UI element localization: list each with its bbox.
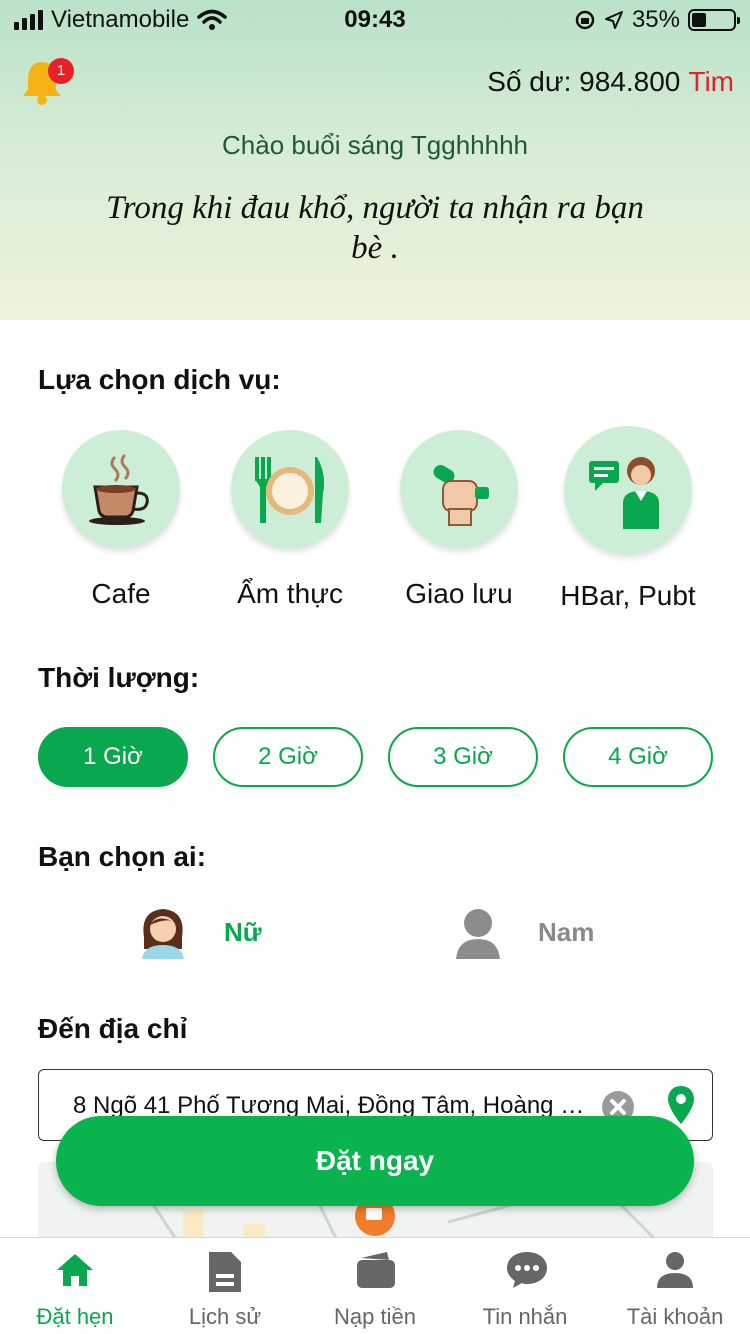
female-label: Nữ — [224, 916, 262, 947]
male-option[interactable]: Nam — [454, 905, 594, 959]
location-arrow-icon — [604, 11, 623, 29]
microphone-icon — [433, 465, 489, 526]
service-food[interactable]: Ẩm thực — [205, 430, 375, 610]
notification-badge: 1 — [48, 58, 74, 84]
tab-label: Lịch sử — [188, 1304, 262, 1329]
bottom-tab-bar: Đặt hẹn Lịch sử Nạp tiền Tin nhắn Tài kh… — [0, 1237, 750, 1334]
hostess-icon — [589, 457, 659, 529]
duration-2h-button[interactable]: 2 Giờ — [213, 727, 363, 787]
service-label: Giao lưu — [405, 578, 513, 609]
tab-label: Tài khoản — [626, 1304, 724, 1329]
service-bar[interactable]: HBar, Pubt — [543, 426, 713, 612]
header-area: Vietnamobile 09:43 35% 1 Số dư: 984.800 … — [0, 0, 750, 320]
tab-messages[interactable]: Tin nhắn — [450, 1238, 600, 1334]
duration-4h-button[interactable]: 4 Giờ — [563, 727, 713, 787]
service-icon-circle — [231, 430, 349, 548]
tab-label: Đặt hẹn — [36, 1304, 114, 1329]
address-title: Đến địa chỉ — [38, 1013, 188, 1044]
chat-bubble-icon — [507, 1252, 547, 1288]
service-icon-circle — [400, 430, 518, 548]
partner-title: Bạn chọn ai: — [38, 841, 207, 872]
battery-icon — [688, 9, 740, 31]
tab-booking[interactable]: Đặt hẹn — [0, 1238, 150, 1334]
home-icon — [57, 1254, 93, 1286]
coffee-cup-icon — [89, 453, 149, 525]
status-bar: Vietnamobile 09:43 35% — [0, 0, 750, 40]
wallet-icon — [357, 1252, 395, 1288]
duration-3h-button[interactable]: 3 Giờ — [388, 727, 538, 787]
status-right: 35% — [574, 6, 740, 34]
tab-label: Tin nhắn — [482, 1304, 568, 1329]
service-label: Cafe — [91, 578, 151, 609]
plate-fork-knife-icon — [255, 457, 325, 523]
male-label: Nam — [538, 916, 595, 947]
service-icon-circle — [564, 426, 692, 554]
tab-label: Nạp tiền — [334, 1304, 416, 1329]
daily-quote: Trong khi đau khổ, người ta nhận ra bạn … — [106, 190, 644, 266]
person-icon — [657, 1252, 693, 1288]
duration-1h-button[interactable]: 1 Giờ — [38, 727, 188, 787]
document-icon — [209, 1252, 241, 1292]
female-option[interactable]: Nữ — [138, 905, 262, 959]
balance-amount: Số dư: 984.800 — [487, 66, 681, 97]
duration-title: Thời lượng: — [38, 662, 200, 693]
book-now-button[interactable]: Đặt ngay — [56, 1116, 694, 1206]
services-list: Cafe Ẩm thực Giao lưu HBar, Pubt — [0, 426, 750, 620]
service-social[interactable]: Giao lưu — [374, 430, 544, 610]
greeting-text: Chào buổi sáng Tgghhhhh — [222, 130, 528, 160]
rotation-lock-icon — [575, 10, 595, 30]
location-pin-icon[interactable] — [666, 1084, 696, 1126]
balance: Số dư: 984.800 Tim — [487, 66, 734, 98]
service-label: Ẩm thực — [237, 578, 343, 609]
duration-options: 1 Giờ 2 Giờ 3 Giờ 4 Giờ — [38, 727, 714, 787]
male-avatar-icon — [456, 909, 500, 959]
tab-topup[interactable]: Nạp tiền — [300, 1238, 450, 1334]
battery-percent: 35% — [631, 6, 680, 33]
female-avatar-icon — [142, 909, 184, 959]
tab-account[interactable]: Tài khoản — [600, 1238, 750, 1334]
service-cafe[interactable]: Cafe — [36, 430, 206, 610]
app-screen: Vietnamobile 09:43 35% 1 Số dư: 984.800 … — [0, 0, 750, 1334]
services-title: Lựa chọn dịch vụ: — [38, 364, 281, 395]
tab-history[interactable]: Lịch sử — [150, 1238, 300, 1334]
service-label: HBar, Pubt — [560, 580, 696, 611]
balance-currency: Tim — [688, 66, 734, 97]
service-icon-circle — [62, 430, 180, 548]
